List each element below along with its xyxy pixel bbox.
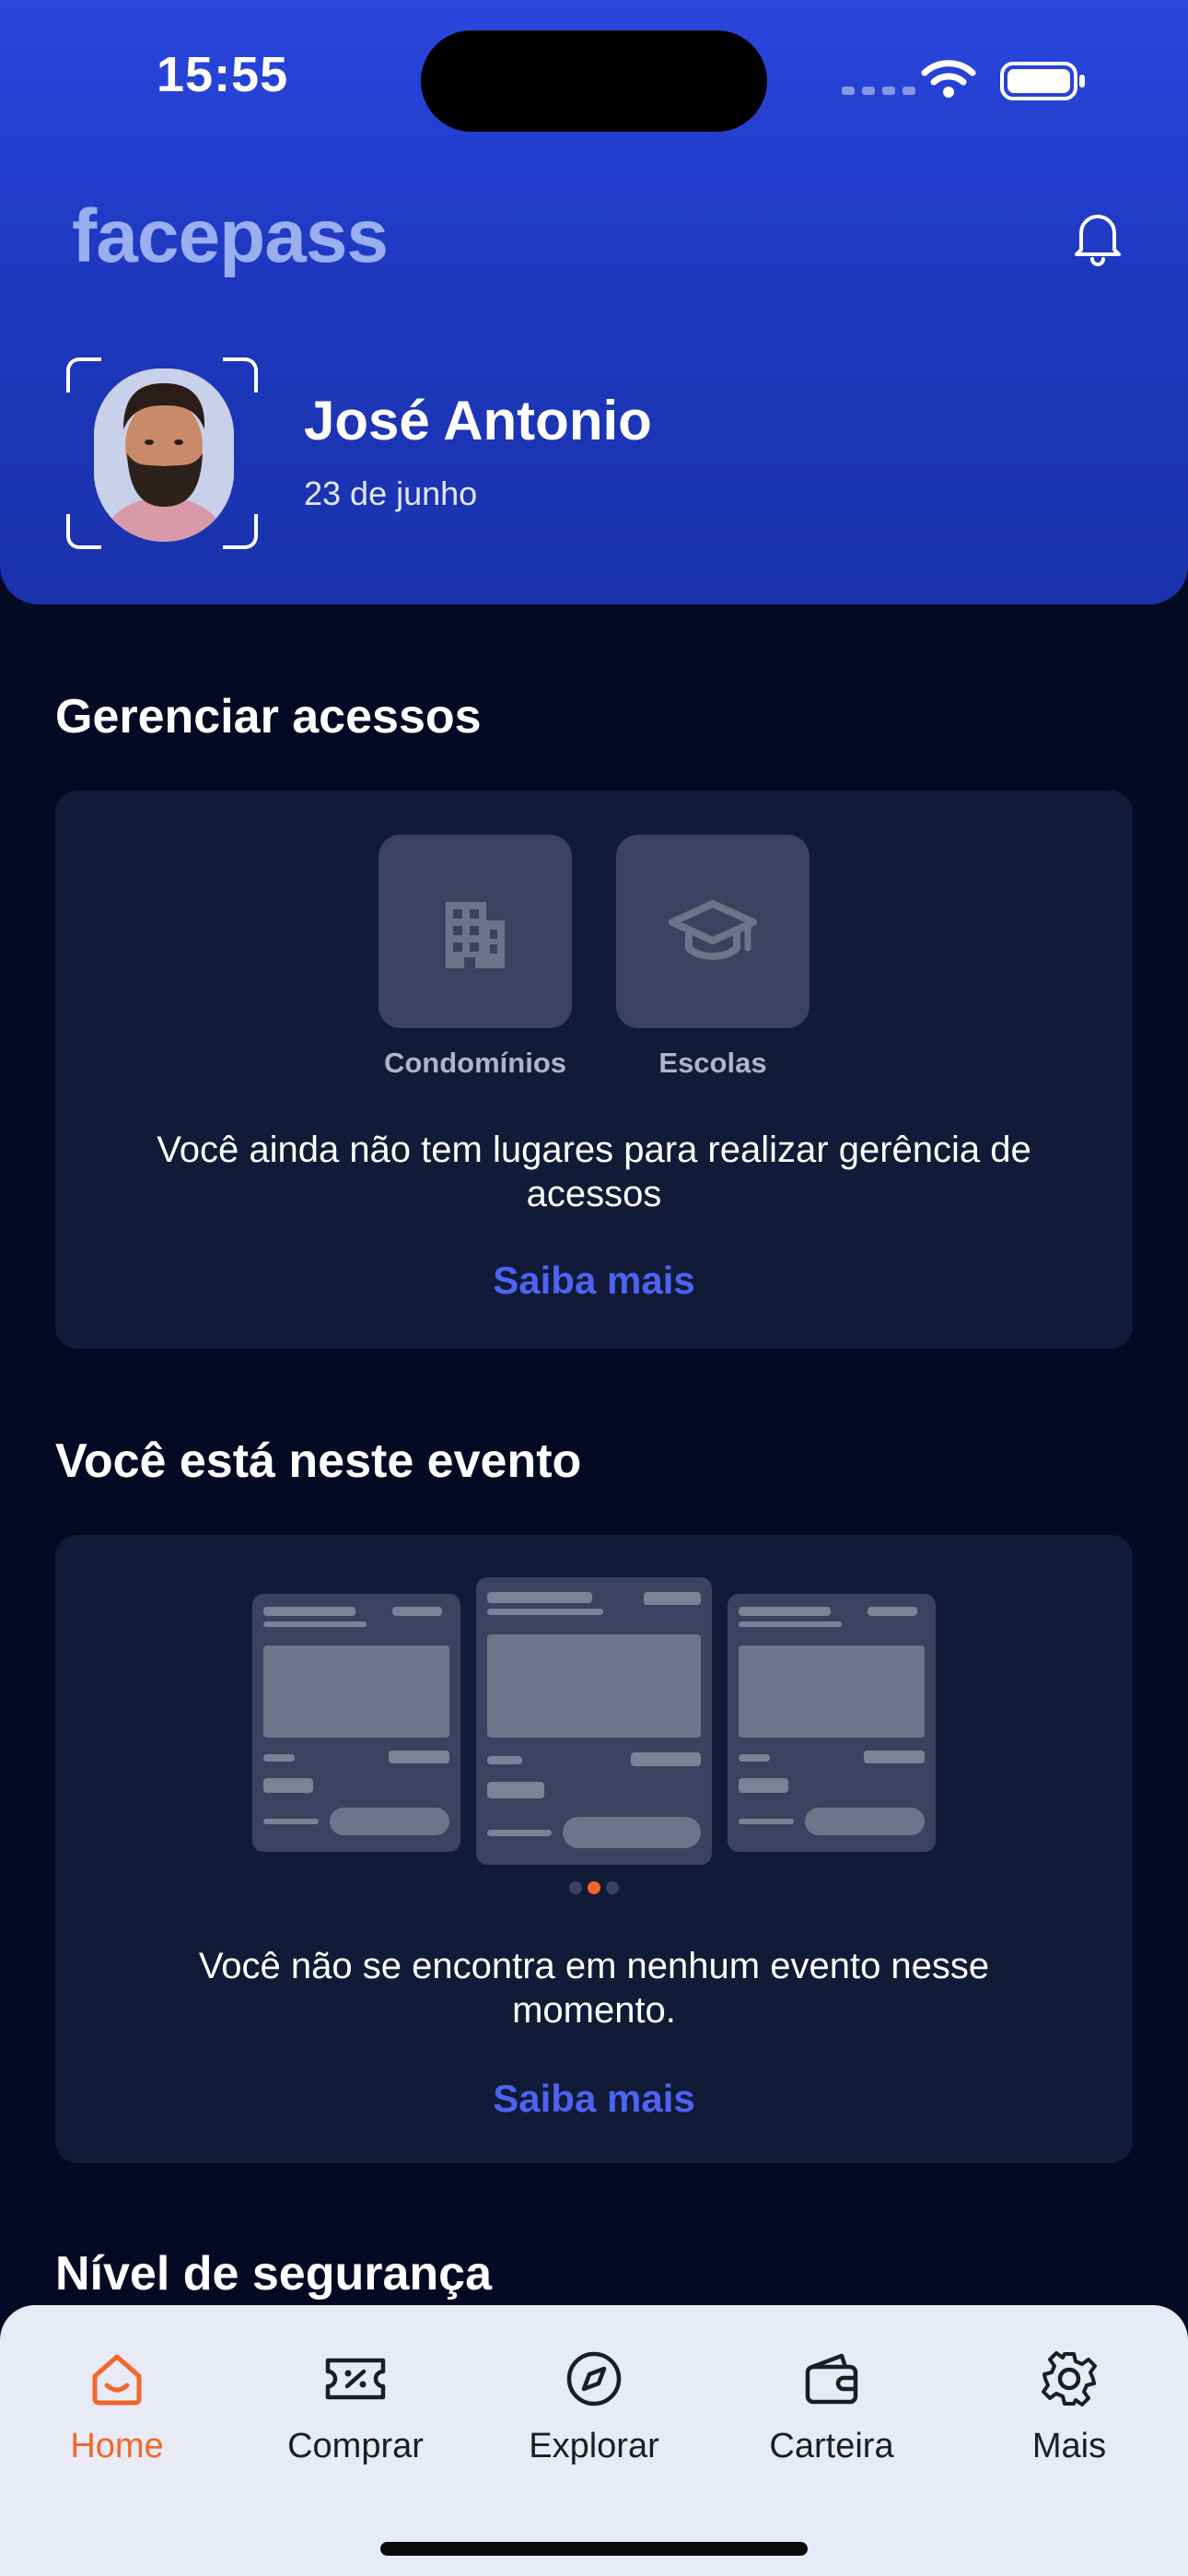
event-empty-message: Você não se encontra em nenhum evento ne… xyxy=(198,1946,990,2031)
tile-escolas[interactable] xyxy=(616,835,809,1028)
tile-condominios[interactable] xyxy=(379,835,572,1028)
tile-label-escolas: Escolas xyxy=(658,1047,767,1079)
access-card: Condomínios Escolas Você ainda não tem l… xyxy=(55,790,1133,1349)
tab-label-mais: Mais xyxy=(1031,2427,1107,2465)
battery-icon xyxy=(1000,62,1085,100)
access-empty-message: Você ainda não tem lugares para realizar… xyxy=(157,1130,1031,1214)
wallet-icon xyxy=(805,2353,858,2405)
gear-icon xyxy=(1042,2351,1097,2406)
status-time: 15:55 xyxy=(157,47,289,102)
carousel-dot[interactable] xyxy=(569,1881,582,1894)
tab-bar: Home Comprar Explorar Carteira Mais xyxy=(0,2305,1188,2576)
home-icon xyxy=(92,2354,142,2406)
avatar xyxy=(94,369,234,542)
facepass-logo: facepass xyxy=(72,194,389,278)
event-card: Você não se encontra em nenhum evento ne… xyxy=(55,1535,1133,2163)
access-section-title: Gerenciar acessos xyxy=(55,690,482,744)
tab-mais[interactable]: Mais xyxy=(977,2342,1161,2466)
tab-label-home: Home xyxy=(70,2427,164,2465)
carousel-dot[interactable] xyxy=(606,1881,619,1894)
graduation-cap-icon xyxy=(669,900,757,960)
user-date: 23 de junho xyxy=(304,474,478,512)
dynamic-island xyxy=(421,30,767,132)
ticket-preview-left xyxy=(252,1594,460,1852)
carousel-dot-active[interactable] xyxy=(588,1881,600,1894)
signal-icon xyxy=(842,87,915,95)
bell-icon[interactable] xyxy=(1068,207,1127,266)
access-saiba-mais-link[interactable]: Saiba mais xyxy=(55,1259,1133,1303)
event-saiba-mais-link[interactable]: Saiba mais xyxy=(55,2077,1133,2121)
tab-explorar[interactable]: Explorar xyxy=(502,2342,686,2466)
building-icon xyxy=(446,902,505,968)
ticket-preview-center xyxy=(476,1577,712,1865)
tab-label-comprar: Comprar xyxy=(287,2427,424,2465)
tab-carteira[interactable]: Carteira xyxy=(740,2342,924,2466)
ticket-icon xyxy=(325,2358,386,2400)
compass-icon xyxy=(566,2351,622,2406)
face-scan-frame[interactable] xyxy=(66,357,258,549)
event-section-title: Você está neste evento xyxy=(55,1434,582,1488)
ticket-preview-right xyxy=(728,1594,936,1852)
home-indicator[interactable] xyxy=(380,2542,808,2556)
security-section-title: Nível de segurança xyxy=(55,2247,492,2301)
tab-label-carteira: Carteira xyxy=(769,2427,894,2465)
tile-label-condominios: Condomínios xyxy=(383,1047,567,1079)
tab-home[interactable]: Home xyxy=(25,2342,209,2466)
tab-comprar[interactable]: Comprar xyxy=(263,2342,448,2466)
user-name: José Antonio xyxy=(304,390,652,451)
tab-label-explorar: Explorar xyxy=(529,2427,659,2465)
wifi-icon xyxy=(921,60,976,98)
